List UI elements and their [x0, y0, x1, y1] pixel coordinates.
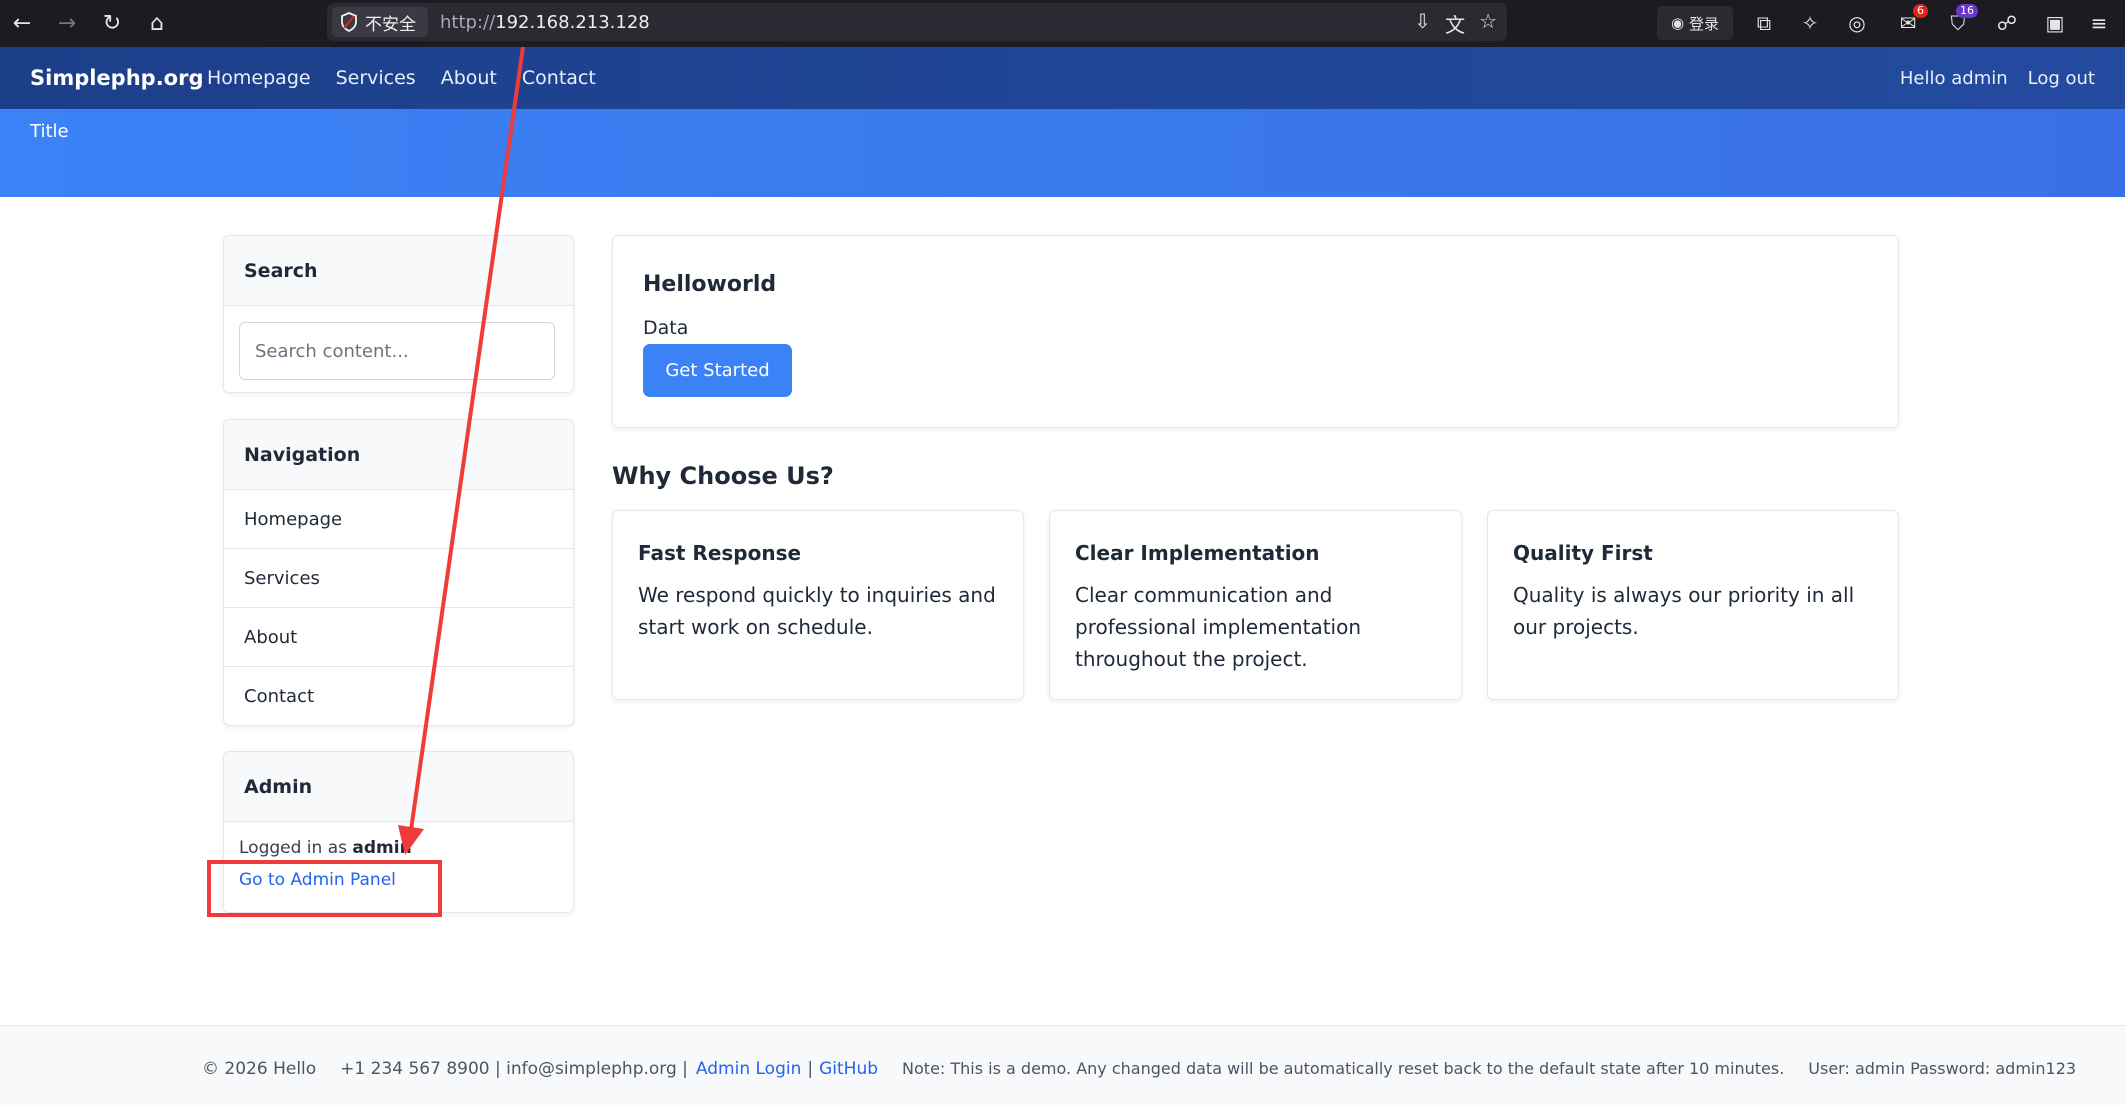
user-circle-icon: ◉ [1670, 14, 1685, 32]
site-brand[interactable]: Simplephp.org [30, 66, 204, 90]
main-menu: Homepage Services About Contact [207, 67, 596, 89]
url-text[interactable]: http://192.168.213.128 [440, 12, 650, 33]
sidebar-item-homepage[interactable]: Homepage [224, 490, 573, 549]
search-card: Search [223, 235, 574, 393]
mail-extension-icon[interactable]: ✉ 6 [1894, 4, 1928, 38]
account-login-button[interactable]: ◉ 登录 [1657, 6, 1733, 40]
security-label: 不安全 [365, 14, 416, 35]
feature-title: Fast Response [638, 541, 802, 565]
back-arrow-icon[interactable]: ← [7, 8, 37, 38]
shield-extension-icon[interactable]: ⛉ 16 [1944, 4, 1978, 38]
sidebar-item-services[interactable]: Services [224, 549, 573, 608]
site-navbar: Simplephp.org Homepage Services About Co… [0, 47, 2125, 109]
hello-card: Helloworld Data Get Started [612, 235, 1899, 428]
sidebar-item-contact[interactable]: Contact [224, 667, 573, 725]
footer-github-link[interactable]: GitHub [819, 1059, 878, 1079]
reload-icon[interactable]: ↻ [97, 8, 127, 38]
navigation-title: Navigation [224, 420, 573, 490]
feature-title: Clear Implementation [1075, 541, 1320, 565]
forward-arrow-icon[interactable]: → [52, 8, 82, 38]
navigation-list: Homepage Services About Contact [224, 490, 573, 725]
search-input[interactable] [239, 322, 555, 380]
bookmark-star-icon[interactable]: ☆ [1479, 9, 1497, 38]
get-started-button[interactable]: Get Started [643, 344, 792, 397]
footer-demo-note: Note: This is a demo. Any changed data w… [902, 1059, 1785, 1078]
footer-separator: | [807, 1059, 814, 1079]
admin-title: Admin [224, 752, 573, 822]
menu-services[interactable]: Services [336, 67, 416, 89]
download-page-icon[interactable]: ⇩ [1414, 9, 1431, 38]
address-bar[interactable]: 不安全 http://192.168.213.128 ⇩ 文 ☆ [327, 3, 1507, 41]
footer-admin-login-link[interactable]: Admin Login [696, 1059, 801, 1079]
browser-toolbar: ← → ↻ ⌂ 不安全 http://192.168.213.128 ⇩ 文 ☆… [0, 0, 2125, 47]
feature-card: Quality First Quality is always our prio… [1487, 510, 1899, 700]
shield-warning-icon [341, 12, 357, 32]
footer-credentials: User: admin Password: admin123 [1808, 1059, 2077, 1078]
home-icon[interactable]: ⌂ [142, 8, 172, 38]
sidebar-item-about[interactable]: About [224, 608, 573, 667]
feature-card: Clear Implementation Clear communication… [1049, 510, 1462, 700]
translate-extension-icon[interactable]: ☍ [1993, 8, 2021, 38]
site-footer: © 2026 Hello +1 234 567 8900 | info@simp… [0, 1025, 2125, 1105]
extensions-puzzle-icon[interactable]: ✧ [1796, 8, 1824, 38]
footer-copyright: © 2026 Hello [202, 1059, 317, 1079]
menu-about[interactable]: About [441, 67, 497, 89]
annotation-highlight-box [207, 860, 442, 917]
feature-title: Quality First [1513, 541, 1653, 565]
menu-contact[interactable]: Contact [522, 67, 596, 89]
search-title: Search [224, 236, 573, 306]
user-links: Hello admin Log out [1900, 68, 2095, 89]
feature-card: Fast Response We respond quickly to inqu… [612, 510, 1024, 700]
feature-text: Clear communication and professional imp… [1075, 583, 1362, 671]
translate-icon[interactable]: 文 [1445, 9, 1465, 38]
record-icon[interactable]: ◎ [1843, 8, 1871, 38]
why-choose-title: Why Choose Us? [612, 462, 834, 490]
menu-homepage[interactable]: Homepage [207, 67, 311, 89]
hero-banner: Title [0, 109, 2125, 197]
logout-link[interactable]: Log out [2028, 68, 2095, 89]
crop-icon[interactable]: ⧉ [1750, 8, 1778, 38]
hello-data: Data [643, 317, 689, 339]
menu-hamburger-icon[interactable]: ≡ [2085, 8, 2113, 38]
logged-in-user: admin [352, 838, 412, 858]
hello-title: Helloworld [643, 272, 777, 297]
navigation-card: Navigation Homepage Services About Conta… [223, 419, 574, 726]
security-indicator[interactable]: 不安全 [332, 7, 428, 37]
greeting-link[interactable]: Hello admin [1900, 68, 2008, 89]
feature-text: Quality is always our priority in all ou… [1513, 583, 1855, 639]
feature-text: We respond quickly to inquiries and star… [638, 583, 996, 639]
footer-contact: +1 234 567 8900 | info@simplephp.org | [340, 1059, 688, 1079]
sidebar-toggle-icon[interactable]: ▣ [2041, 8, 2069, 38]
logged-in-text: Logged in as admin [239, 838, 412, 858]
hero-title: Title [30, 121, 69, 142]
